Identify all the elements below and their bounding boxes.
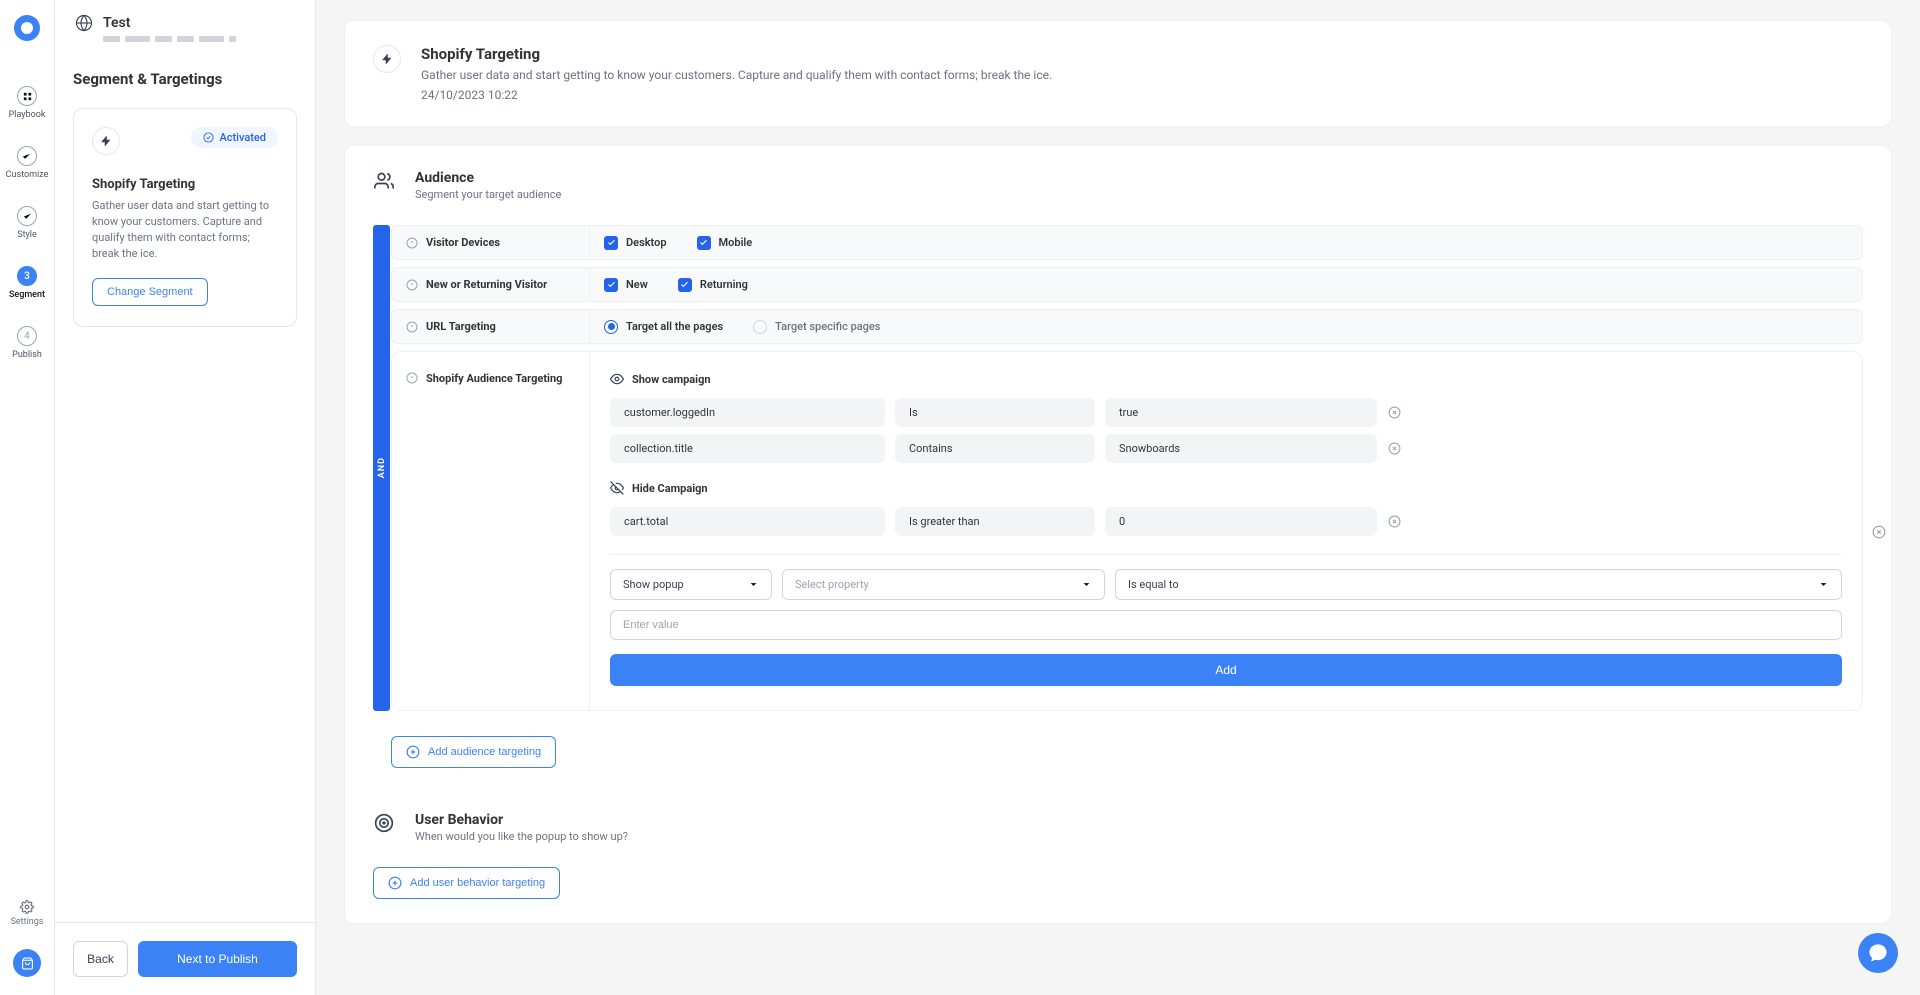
side-panel: Test Segment & Targetings Activated Shop…: [55, 0, 316, 995]
condition-value[interactable]: 0: [1105, 507, 1377, 536]
rail-settings[interactable]: Settings: [11, 900, 44, 927]
condition-operator[interactable]: Contains: [895, 434, 1095, 463]
header-card: Shopify Targeting Gather user data and s…: [344, 20, 1892, 127]
condition-operator[interactable]: Is: [895, 398, 1095, 427]
condition-operator[interactable]: Is greater than: [895, 507, 1095, 536]
bolt-icon: [92, 127, 120, 155]
page-title: Test: [103, 15, 130, 31]
rail-label: Publish: [12, 350, 42, 360]
checkbox-returning[interactable]: Returning: [678, 278, 748, 292]
rule-label-text: New or Returning Visitor: [426, 278, 547, 291]
builder-value-input[interactable]: [610, 610, 1842, 640]
segment-name: Shopify Targeting: [92, 177, 278, 192]
audience-card: Audience Segment your target audience AN…: [344, 145, 1892, 924]
builder-property-select[interactable]: Select property: [782, 569, 1105, 600]
delete-condition-icon[interactable]: [1387, 406, 1401, 420]
rail-label: Segment: [9, 290, 45, 300]
checkbox-desktop[interactable]: Desktop: [604, 236, 667, 250]
next-button[interactable]: Next to Publish: [138, 941, 297, 977]
behavior-title: User Behavior: [415, 812, 628, 828]
condition-property[interactable]: customer.loggedIn: [610, 398, 885, 427]
condition-property[interactable]: cart.total: [610, 507, 885, 536]
show-campaign-label: Show campaign: [610, 372, 1842, 386]
intercom-launcher[interactable]: [1858, 933, 1898, 973]
add-behavior-targeting-button[interactable]: Add user behavior targeting: [373, 867, 560, 899]
radio-all-pages[interactable]: Target all the pages: [604, 320, 723, 334]
builder-action-select[interactable]: Show popup: [610, 569, 772, 600]
segment-desc: Gather user data and start getting to kn…: [92, 198, 278, 262]
delete-condition-icon[interactable]: [1387, 442, 1401, 456]
checkbox-new[interactable]: New: [604, 278, 648, 292]
rail-customize[interactable]: Customize: [6, 146, 49, 180]
condition-value[interactable]: true: [1105, 398, 1377, 427]
rail-style[interactable]: Style: [17, 206, 37, 240]
rail-label: Playbook: [9, 110, 46, 120]
rail-publish[interactable]: 4 Publish: [12, 326, 42, 360]
add-audience-targeting-button[interactable]: Add audience targeting: [391, 736, 556, 768]
rule-visitor-type: New or Returning Visitor New Returning: [391, 267, 1863, 302]
change-segment-button[interactable]: Change Segment: [92, 278, 208, 306]
audience-desc: Segment your target audience: [415, 188, 561, 201]
condition-row: cart.total Is greater than 0: [610, 507, 1842, 536]
header-title: Shopify Targeting: [421, 45, 1052, 63]
breadcrumb-skeleton: [103, 36, 295, 42]
segment-card: Activated Shopify Targeting Gather user …: [73, 108, 297, 327]
behavior-icon: [373, 812, 395, 834]
rule-label-text: URL Targeting: [426, 320, 496, 333]
side-section-title: Segment & Targetings: [73, 70, 297, 88]
and-bar: AND: [373, 225, 390, 711]
condition-value[interactable]: Snowboards: [1105, 434, 1377, 463]
audience-icon: [373, 170, 395, 192]
add-condition-button[interactable]: Add: [610, 654, 1842, 686]
rail-label: Customize: [6, 170, 49, 180]
back-button[interactable]: Back: [73, 941, 128, 977]
globe-icon: [75, 14, 93, 32]
condition-property[interactable]: collection.title: [610, 434, 885, 463]
condition-row: customer.loggedIn Is true: [610, 398, 1842, 427]
remove-rule-icon[interactable]: [1872, 524, 1886, 538]
rail-bag-icon[interactable]: [13, 949, 41, 977]
header-desc: Gather user data and start getting to kn…: [421, 68, 1052, 82]
radio-specific-pages[interactable]: Target specific pages: [753, 320, 880, 334]
activated-badge: Activated: [191, 127, 278, 148]
rail-step-num: 4: [17, 326, 37, 346]
badge-label: Activated: [219, 131, 266, 144]
hide-campaign-label: Hide Campaign: [610, 481, 1842, 495]
bolt-icon: [373, 45, 401, 73]
rail-step-num: 3: [17, 266, 37, 286]
rule-shopify-targeting: Shopify Audience Targeting Show campaign…: [391, 351, 1863, 711]
rail-label: Style: [17, 230, 37, 240]
rail-playbook[interactable]: Playbook: [9, 86, 46, 120]
rail-label: Settings: [11, 917, 44, 927]
builder-condition-select[interactable]: Is equal to: [1115, 569, 1842, 600]
rule-label-text: Visitor Devices: [426, 236, 500, 249]
main-content: Shopify Targeting Gather user data and s…: [316, 0, 1920, 995]
header-date: 24/10/2023 10:22: [421, 88, 1052, 102]
app-logo[interactable]: [14, 15, 40, 41]
behavior-desc: When would you like the popup to show up…: [415, 830, 628, 843]
rule-url-targeting: URL Targeting Target all the pages Targe…: [391, 309, 1863, 344]
rail-segment[interactable]: 3 Segment: [9, 266, 45, 300]
condition-row: collection.title Contains Snowboards: [610, 434, 1842, 463]
checkbox-mobile[interactable]: Mobile: [697, 236, 753, 250]
rule-visitor-devices: Visitor Devices Desktop Mobile: [391, 225, 1863, 260]
audience-title: Audience: [415, 170, 561, 186]
rule-label-text: Shopify Audience Targeting: [426, 372, 562, 385]
icon-rail: Playbook Customize Style 3 Segment 4 Pub…: [0, 0, 55, 995]
delete-condition-icon[interactable]: [1387, 515, 1401, 529]
